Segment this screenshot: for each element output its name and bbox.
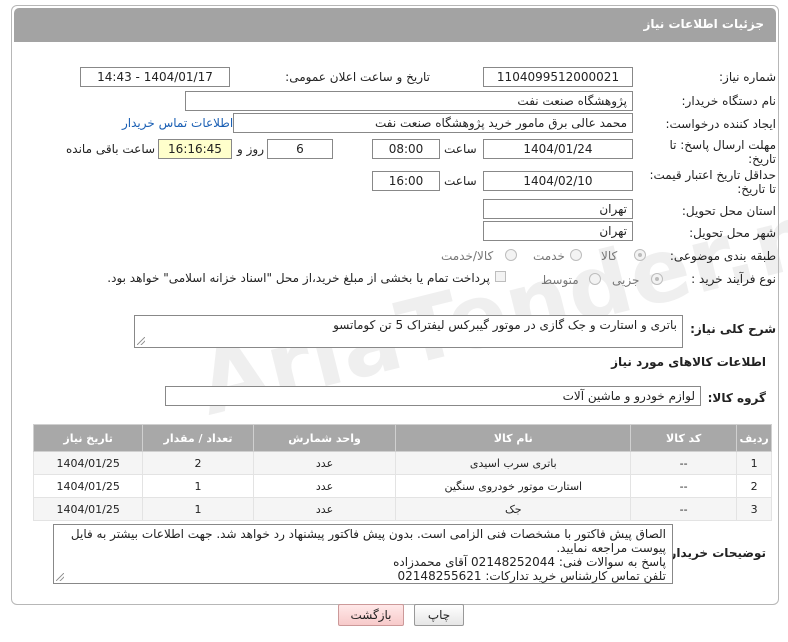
description-text: باتری و استارت و جک گازی در موتور گیبرکس…: [333, 318, 677, 332]
buyer-org-field: پژوهشگاه صنعت نفت: [185, 91, 633, 111]
validity-label-date: تا تاریخ:: [737, 182, 776, 196]
goods-group-field: لوازم خودرو و ماشین آلات: [165, 386, 701, 406]
col-header-need-date: تاریخ نیاز: [32, 424, 144, 452]
city-field: تهران: [483, 221, 633, 241]
back-button[interactable]: بازگشت: [338, 604, 404, 626]
buyer-notes-line: پاسخ به سوالات فنی: 02148252044 آقای محم…: [393, 555, 666, 569]
deadline-label: مهلت ارسال پاسخ: تا: [669, 138, 776, 152]
table-row: 2 -- استارت موتور خودروی سنگین عدد 1 140…: [32, 474, 772, 498]
creator-label: ایجاد کننده درخواست:: [665, 117, 776, 131]
validity-time-label: ساعت: [444, 174, 477, 188]
province-label: استان محل تحویل:: [681, 204, 776, 218]
resize-grip-icon[interactable]: [56, 573, 64, 581]
col-header-unit: واحد شمارش: [252, 424, 397, 452]
buyer-notes-textarea[interactable]: الصاق پیش فاکتور با مشخصات فنی الزامی اس…: [53, 524, 673, 584]
province-field: تهران: [483, 199, 633, 219]
cell-code: --: [630, 497, 738, 521]
category-option-both: کالا/خدمت: [441, 249, 494, 263]
process-option-minor: جزیی: [612, 273, 640, 287]
announce-datetime-field: 1404/01/17 - 14:43: [80, 67, 230, 87]
remaining-days-field: 6: [267, 139, 333, 159]
cell-need-date: 1404/01/25: [32, 451, 144, 475]
cell-need-date: 1404/01/25: [32, 474, 144, 498]
remaining-time-field: 16:16:45: [158, 139, 232, 159]
announce-label: تاریخ و ساعت اعلان عمومی:: [285, 70, 430, 84]
buyer-contact-link[interactable]: اطلاعات تماس خریدار: [122, 116, 233, 130]
goods-section-title: اطلاعات کالاهای مورد نیاز: [611, 355, 766, 369]
buyer-notes-label: توضیحات خریدار:: [664, 546, 766, 560]
category-option-service: خدمت: [533, 249, 565, 263]
process-option-medium: متوسط: [541, 273, 579, 287]
category-radio-goods[interactable]: [634, 249, 646, 261]
process-radio-minor[interactable]: [651, 273, 663, 285]
col-header-code: کد کالا: [630, 424, 738, 452]
days-label: روز و: [237, 142, 264, 156]
deadline-date-field: 1404/01/24: [483, 139, 633, 159]
category-radio-service[interactable]: [570, 249, 582, 261]
cell-row-number: 1: [736, 451, 772, 475]
col-header-name: نام کالا: [395, 424, 632, 452]
col-header-row-number: ردیف: [736, 424, 772, 452]
validity-date-field: 1404/02/10: [483, 171, 633, 191]
process-label: نوع فرآیند خرید :: [691, 272, 776, 286]
panel-title: جزئیات اطلاعات نیاز: [643, 17, 764, 31]
cell-row-number: 3: [736, 497, 772, 521]
cell-quantity: 1: [142, 474, 254, 498]
cell-unit: عدد: [252, 451, 397, 475]
goods-table: ردیف کد کالا نام کالا واحد شمارش تعداد /…: [32, 424, 772, 521]
buyer-notes-line: پیوست مراجعه نمایید.: [556, 541, 666, 555]
deadline-label-date: تاریخ:: [748, 152, 776, 166]
cell-name: جک: [395, 497, 632, 521]
creator-field: محمد عالی برق مامور خرید پژوهشگاه صنعت ن…: [233, 113, 633, 133]
description-label: شرح کلی نیاز:: [690, 322, 776, 336]
description-textarea[interactable]: باتری و استارت و جک گازی در موتور گیبرکس…: [134, 315, 683, 348]
remaining-label: ساعت باقی مانده: [66, 142, 156, 156]
table-header-row: ردیف کد کالا نام کالا واحد شمارش تعداد /…: [32, 424, 772, 452]
resize-grip-icon[interactable]: [137, 337, 145, 345]
validity-label: حداقل تاریخ اعتبار قیمت:: [649, 168, 776, 182]
treasury-payment-checkbox[interactable]: [495, 271, 506, 282]
cell-quantity: 1: [142, 497, 254, 521]
cell-unit: عدد: [252, 497, 397, 521]
cell-code: --: [630, 474, 738, 498]
table-row: 3 -- جک عدد 1 1404/01/25: [32, 497, 772, 521]
cell-name: باتری سرب اسیدی: [395, 451, 632, 475]
cell-unit: عدد: [252, 474, 397, 498]
cell-need-date: 1404/01/25: [32, 497, 144, 521]
buyer-org-label: نام دستگاه خریدار:: [681, 94, 777, 108]
cell-code: --: [630, 451, 738, 475]
cell-row-number: 2: [736, 474, 772, 498]
col-header-quantity: تعداد / مقدار: [142, 424, 254, 452]
need-number-label: شماره نیاز:: [719, 70, 776, 84]
buyer-notes-line: الصاق پیش فاکتور با مشخصات فنی الزامی اس…: [70, 527, 666, 541]
need-number-field: 1104099512000021: [483, 67, 633, 87]
deadline-time-label: ساعت: [444, 142, 477, 156]
category-option-goods: کالا: [601, 249, 618, 263]
print-button[interactable]: چاپ: [414, 604, 464, 626]
city-label: شهر محل تحویل:: [689, 226, 776, 240]
panel-header: جزئیات اطلاعات نیاز: [14, 8, 776, 42]
buyer-notes-line: تلفن تماس کارشناس خرید تدارکات: 02148255…: [397, 569, 666, 583]
goods-group-label: گروه کالا:: [707, 391, 766, 405]
deadline-time-field: 08:00: [372, 139, 440, 159]
validity-time-field: 16:00: [372, 171, 440, 191]
category-radio-both[interactable]: [505, 249, 517, 261]
cell-quantity: 2: [142, 451, 254, 475]
process-radio-medium[interactable]: [589, 273, 601, 285]
category-label: طبقه بندی موضوعی:: [669, 249, 776, 263]
treasury-payment-note: پرداخت تمام یا بخشی از مبلغ خرید،از محل …: [107, 271, 490, 285]
table-row: 1 -- باتری سرب اسیدی عدد 2 1404/01/25: [32, 451, 772, 475]
cell-name: استارت موتور خودروی سنگین: [395, 474, 632, 498]
